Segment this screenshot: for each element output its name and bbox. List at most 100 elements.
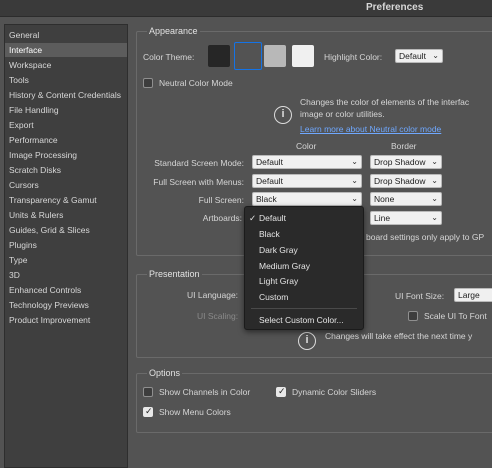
neutral-info-line-2: image or color utilities.	[300, 109, 385, 119]
ui-font-size-select[interactable]: Large	[454, 288, 492, 302]
full-screen-border-value: None	[374, 194, 395, 204]
highlight-color-value: Default	[399, 51, 426, 61]
menu-option-label: Black	[259, 229, 280, 239]
standard-screen-color-select[interactable]: Default ⌄	[252, 155, 362, 169]
sidebar-item-general[interactable]: General	[5, 28, 127, 42]
standard-screen-label: Standard Screen Mode:	[154, 158, 244, 168]
menu-option-label: Select Custom Color...	[259, 315, 344, 325]
highlight-color-label: Highlight Color:	[324, 52, 383, 62]
theme-swatch-darkest[interactable]	[208, 45, 230, 67]
options-group	[136, 373, 492, 433]
full-screen-menus-color-value: Default	[256, 176, 283, 186]
chevron-down-icon: ⌄	[432, 51, 439, 60]
border-column-header: Border	[391, 141, 417, 151]
sidebar-item-history[interactable]: History & Content Credentials	[5, 88, 127, 102]
sidebar-item-workspace[interactable]: Workspace	[5, 58, 127, 72]
dynamic-sliders-checkbox[interactable]	[276, 386, 286, 397]
menu-option-label: Default	[259, 213, 286, 223]
chevron-down-icon: ⌄	[431, 194, 438, 203]
standard-screen-border-value: Drop Shadow	[374, 157, 426, 167]
menu-option-select-custom-color[interactable]: Select Custom Color...	[245, 313, 363, 328]
sidebar-item-file-handling[interactable]: File Handling	[5, 103, 127, 117]
sidebar-item-plugins[interactable]: Plugins	[5, 238, 127, 252]
scale-ui-to-font-label: Scale UI To Font	[424, 311, 487, 321]
appearance-title: Appearance	[147, 26, 200, 36]
chevron-down-icon: ⌄	[351, 176, 358, 185]
options-title: Options	[147, 368, 183, 378]
learn-more-neutral-link[interactable]: Learn more about Neutral color mode	[300, 124, 441, 134]
show-menu-colors-checkbox[interactable]	[143, 406, 153, 417]
highlight-color-select[interactable]: Default ⌄	[395, 49, 443, 63]
menu-option-light-gray[interactable]: Light Gray	[245, 274, 363, 289]
artboards-border-value: Line	[374, 213, 391, 223]
full-screen-label: Full Screen:	[198, 195, 244, 205]
sidebar-item-product-improvement[interactable]: Product Improvement	[5, 313, 127, 327]
sidebar-item-cursors[interactable]: Cursors	[5, 178, 127, 192]
chevron-down-icon: ⌄	[351, 157, 358, 166]
window-title: Preferences	[366, 2, 424, 13]
color-theme-label: Color Theme:	[143, 52, 195, 62]
show-channels-label: Show Channels in Color	[159, 387, 251, 397]
standard-screen-color-value: Default	[256, 157, 283, 167]
chevron-down-icon: ⌄	[351, 194, 358, 203]
sidebar-item-3d[interactable]: 3D	[5, 268, 127, 282]
changes-note: Changes will take effect the next time y	[325, 331, 473, 341]
menu-option-default[interactable]: ✓ Default	[245, 211, 363, 226]
dynamic-sliders-label: Dynamic Color Sliders	[292, 387, 377, 397]
menu-option-label: Light Gray	[259, 276, 299, 286]
artboards-label: Artboards:	[202, 213, 242, 223]
theme-swatch-light[interactable]	[264, 45, 286, 67]
menu-option-label: Dark Gray	[259, 245, 298, 255]
menu-option-dark-gray[interactable]: Dark Gray	[245, 243, 363, 258]
full-screen-menus-label: Full Screen with Menus:	[153, 177, 244, 187]
theme-swatch-lightest[interactable]	[292, 45, 314, 67]
full-screen-color-select[interactable]: Black ⌄	[252, 192, 362, 206]
preferences-sidebar: General Interface Workspace Tools Histor…	[4, 24, 128, 468]
scale-ui-to-font-checkbox[interactable]	[408, 311, 418, 321]
info-icon: i	[298, 332, 316, 350]
menu-option-label: Medium Gray	[259, 261, 311, 271]
menu-option-black[interactable]: Black	[245, 227, 363, 242]
sidebar-item-tools[interactable]: Tools	[5, 73, 127, 87]
ui-scaling-label: UI Scaling:	[197, 311, 239, 321]
full-screen-menus-border-value: Drop Shadow	[374, 176, 426, 186]
sidebar-item-transparency[interactable]: Transparency & Gamut	[5, 193, 127, 207]
presentation-title: Presentation	[147, 269, 202, 279]
neutral-color-mode-checkbox[interactable]	[143, 78, 153, 88]
full-screen-menus-border-select[interactable]: Drop Shadow ⌄	[370, 174, 442, 188]
sidebar-item-interface[interactable]: Interface	[5, 43, 127, 57]
artboards-border-select[interactable]: Line ⌄	[370, 211, 442, 225]
sidebar-item-image-processing[interactable]: Image Processing	[5, 148, 127, 162]
artboards-color-dropdown-menu: ✓ Default Black Dark Gray Medium Gray Li…	[244, 206, 364, 330]
sidebar-item-type[interactable]: Type	[5, 253, 127, 267]
menu-option-custom[interactable]: Custom	[245, 290, 363, 305]
sidebar-item-units-rulers[interactable]: Units & Rulers	[5, 208, 127, 222]
menu-option-medium-gray[interactable]: Medium Gray	[245, 259, 363, 274]
title-bar: Preferences	[0, 0, 492, 17]
color-column-header: Color	[296, 141, 317, 151]
chevron-down-icon: ⌄	[431, 157, 438, 166]
sidebar-item-scratch-disks[interactable]: Scratch Disks	[5, 163, 127, 177]
full-screen-border-select[interactable]: None ⌄	[370, 192, 442, 206]
show-menu-colors-label: Show Menu Colors	[159, 407, 231, 417]
full-screen-menus-color-select[interactable]: Default ⌄	[252, 174, 362, 188]
info-icon: i	[274, 106, 292, 124]
standard-screen-border-select[interactable]: Drop Shadow ⌄	[370, 155, 442, 169]
ui-font-size-label: UI Font Size:	[395, 291, 445, 301]
artboards-note: board settings only apply to GP	[366, 232, 485, 242]
sidebar-item-performance[interactable]: Performance	[5, 133, 127, 147]
neutral-info-line-1: Changes the color of elements of the int…	[300, 97, 470, 107]
menu-separator	[251, 308, 357, 309]
sidebar-item-enhanced-controls[interactable]: Enhanced Controls	[5, 283, 127, 297]
sidebar-item-export[interactable]: Export	[5, 118, 127, 132]
menu-option-label: Custom	[259, 292, 289, 302]
sidebar-item-guides[interactable]: Guides, Grid & Slices	[5, 223, 127, 237]
ui-language-label: UI Language:	[187, 290, 239, 300]
ui-font-size-value: Large	[458, 290, 480, 300]
show-channels-checkbox[interactable]	[143, 387, 153, 397]
theme-swatch-dark[interactable]	[237, 45, 259, 67]
chevron-down-icon: ⌄	[431, 176, 438, 185]
checkmark-icon: ✓	[249, 213, 257, 223]
chevron-down-icon: ⌄	[431, 213, 438, 222]
sidebar-item-technology-previews[interactable]: Technology Previews	[5, 298, 127, 312]
